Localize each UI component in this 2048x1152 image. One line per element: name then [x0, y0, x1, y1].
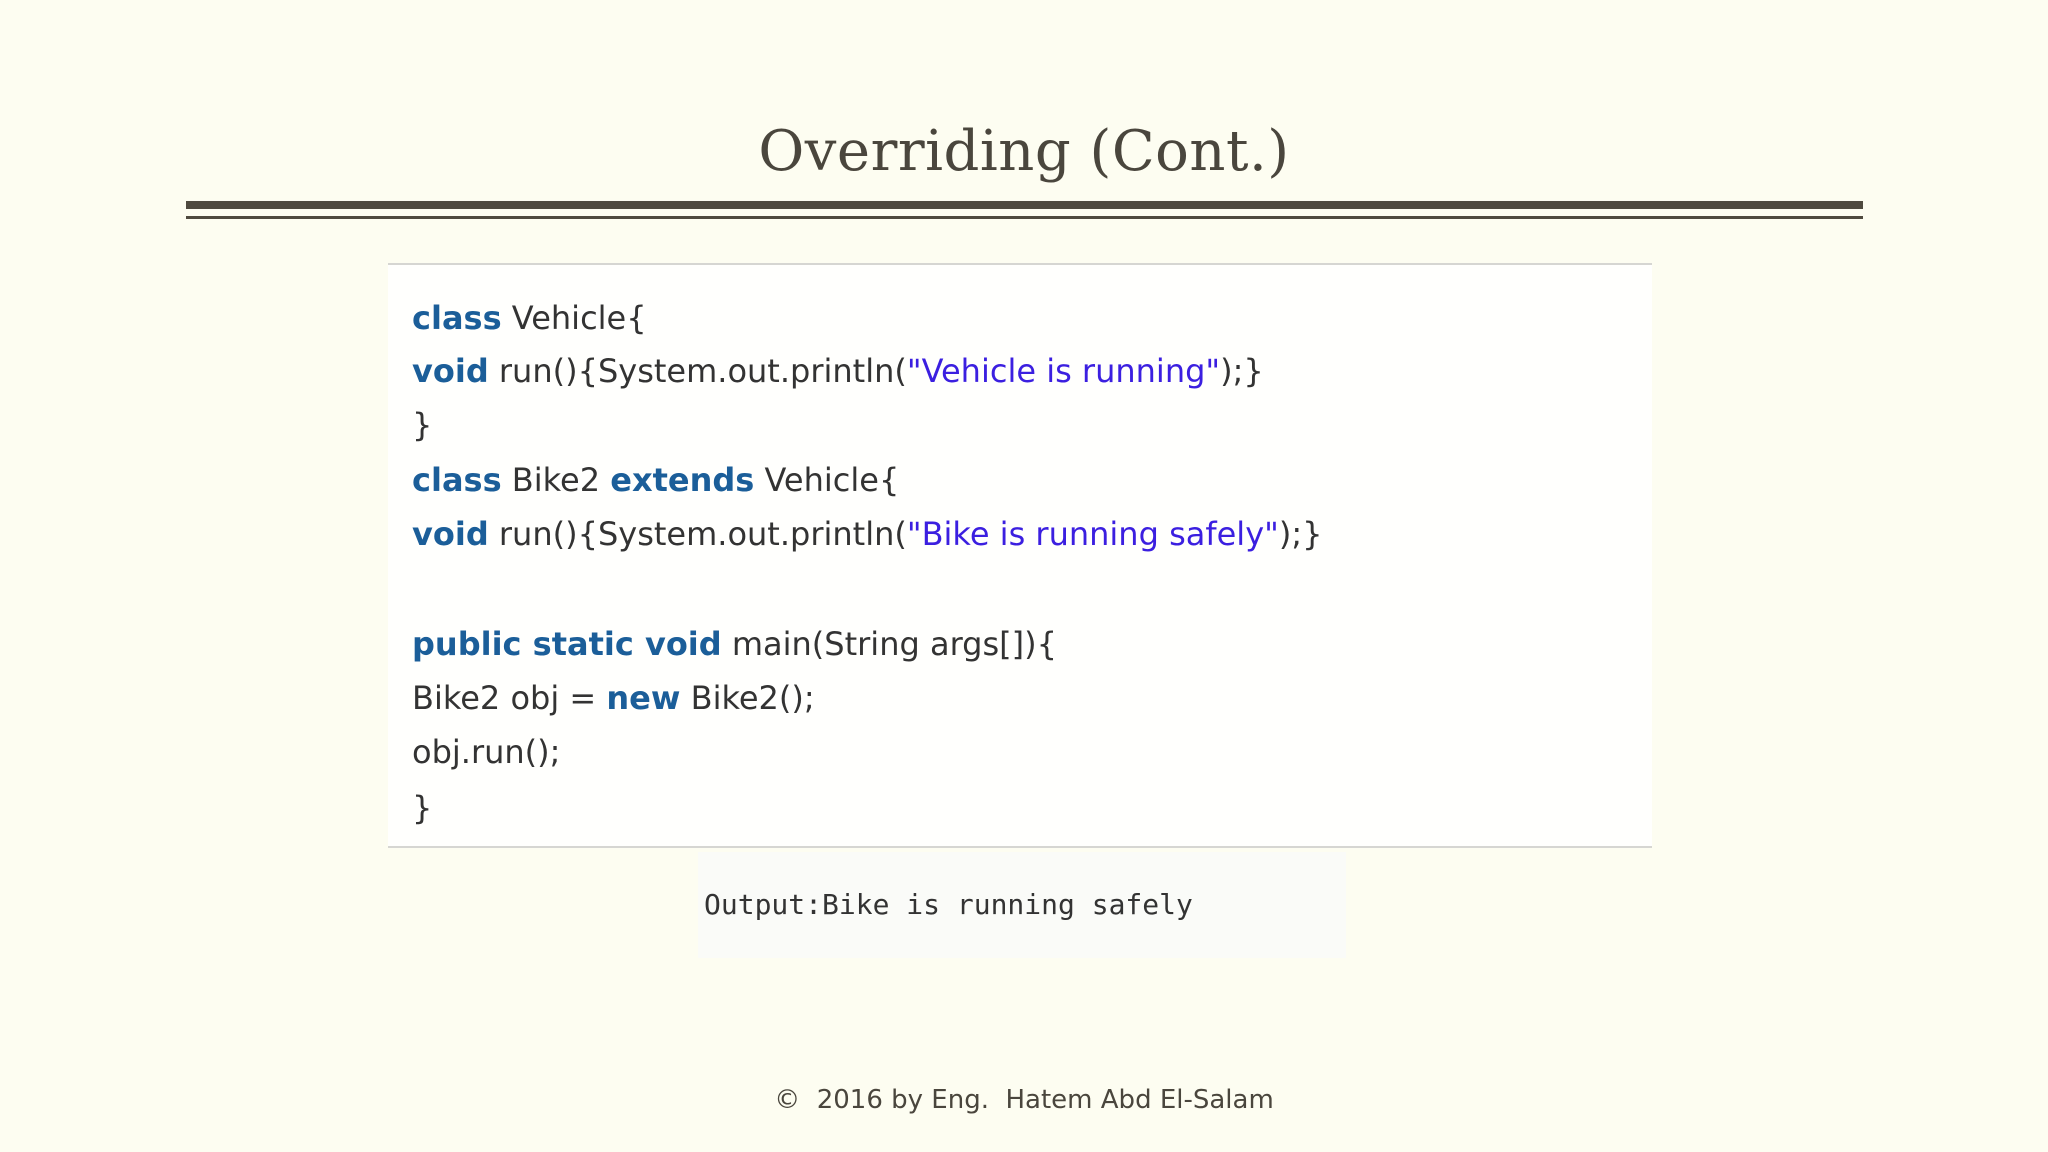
code-text: Bike2 obj =: [412, 679, 607, 717]
slide-title: Overriding (Cont.): [758, 119, 1290, 184]
code-text: Vehicle{: [754, 461, 900, 499]
code-text: Vehicle{: [501, 299, 647, 337]
output-box: Output:Bike is running safely: [698, 852, 1346, 958]
code-line-10: }: [412, 789, 433, 827]
keyword: class: [412, 299, 502, 337]
code-line-8: Bike2 obj = new Bike2();: [412, 673, 815, 723]
code-line-2: void run(){System.out.println("Vehicle i…: [412, 346, 1264, 396]
keyword: public static void: [412, 625, 722, 663]
code-text: );}: [1220, 352, 1264, 390]
code-text: run(){System.out.println(: [488, 515, 907, 553]
code-text: Bike2();: [680, 679, 815, 717]
keyword: void: [412, 352, 489, 390]
code-line-4: class Bike2 extends Vehicle{: [412, 455, 899, 505]
code-panel: class Vehicle{ void run(){System.out.pri…: [388, 263, 1652, 848]
code-text: main(String args[]){: [721, 625, 1057, 663]
code-line-5: void run(){System.out.println("Bike is r…: [412, 509, 1322, 559]
keyword: class: [412, 461, 502, 499]
output-text: Output:Bike is running safely: [704, 888, 1193, 921]
code-text: );}: [1278, 515, 1323, 553]
code-text: run(){System.out.println(: [488, 352, 907, 390]
code-text: Bike2: [501, 461, 611, 499]
code-line-3: }: [412, 406, 433, 444]
title-rule-thin: [186, 216, 1863, 219]
title-rule-thick: [186, 201, 1863, 209]
copyright-footer: © 2016 by Eng. Hatem Abd El-Salam: [774, 1085, 1274, 1115]
string-literal: "Vehicle is running": [906, 352, 1221, 390]
code-line-9: obj.run();: [412, 733, 561, 771]
keyword: new: [606, 679, 681, 717]
code-line-1: class Vehicle{: [412, 293, 647, 343]
string-literal: "Bike is running safely": [906, 515, 1279, 553]
keyword: void: [412, 515, 489, 553]
keyword: extends: [610, 461, 755, 499]
code-line-7: public static void main(String args[]){: [412, 619, 1057, 669]
